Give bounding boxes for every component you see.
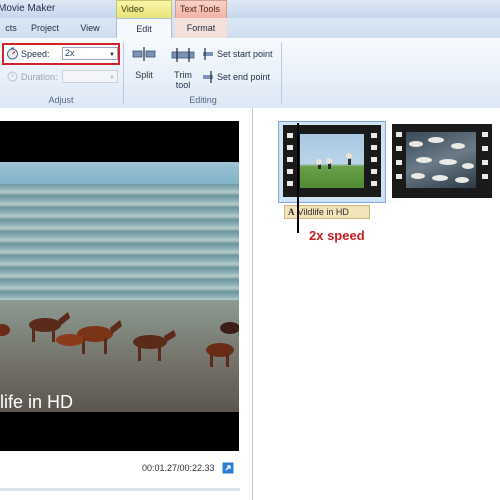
film-perforation	[482, 146, 488, 151]
tab-project[interactable]: Project	[26, 18, 64, 38]
film-perforation	[482, 174, 488, 179]
birds-image	[300, 134, 364, 188]
trim-tool-button-line2[interactable]: tool	[168, 80, 198, 90]
title-bar	[0, 0, 500, 18]
film-perforation	[287, 157, 293, 162]
film-perforation	[371, 181, 377, 186]
film-perforation	[396, 146, 402, 151]
speed-value: 2x	[65, 48, 75, 58]
context-tab-video-tools: Video Tools	[116, 0, 172, 30]
group-separator	[281, 42, 282, 104]
speed-icon	[6, 47, 19, 60]
film-perforation	[371, 157, 377, 162]
film-perforation	[482, 132, 488, 137]
horses-image	[0, 300, 240, 380]
film-perforation	[287, 181, 293, 186]
clip-2-thumbnail[interactable]	[392, 124, 492, 198]
group-label-editing: Editing	[189, 95, 217, 105]
chevron-down-icon: ▼	[109, 75, 115, 81]
text-caption-icon: A	[288, 207, 295, 217]
window-title: Movie Maker	[0, 3, 56, 14]
set-start-point-button[interactable]: Set start point	[217, 49, 273, 59]
speed-annotation: 2x speed	[309, 228, 365, 243]
film-perforation	[482, 160, 488, 165]
trim-tool-button-line1[interactable]: Trim	[168, 70, 198, 80]
set-start-point-icon	[202, 48, 214, 60]
chevron-down-icon: ▼	[109, 52, 115, 58]
video-overlay-caption: life in HD	[0, 392, 74, 412]
duration-icon	[7, 71, 18, 82]
film-perforation	[287, 145, 293, 150]
film-perforation	[396, 160, 402, 165]
seek-bar[interactable]	[0, 488, 240, 491]
film-perforation	[287, 169, 293, 174]
duration-select[interactable]: ▼	[62, 70, 118, 83]
film-perforation	[396, 174, 402, 179]
preview-sky	[0, 162, 239, 184]
speed-label: Speed:	[21, 49, 50, 59]
group-separator	[123, 42, 124, 104]
birds-flock-image	[406, 132, 476, 188]
playhead[interactable]	[297, 123, 299, 233]
film-perforation	[371, 133, 377, 138]
film-perforation	[287, 133, 293, 138]
speed-select[interactable]: 2x ▼	[62, 47, 118, 60]
split-icon[interactable]	[132, 47, 156, 61]
tab-format[interactable]: Format	[175, 18, 227, 38]
tab-view[interactable]: View	[72, 18, 108, 38]
group-label-adjust: Adjust	[48, 95, 74, 105]
tab-edit[interactable]: Edit	[116, 18, 172, 39]
film-perforation	[371, 169, 377, 174]
film-perforation	[396, 132, 402, 137]
trim-tool-icon[interactable]	[171, 48, 195, 62]
clip-caption-text: Vildlife in HD	[297, 207, 349, 217]
film-perforation	[371, 145, 377, 150]
context-tab-text-tools: Text Tools	[175, 0, 227, 18]
set-end-point-button[interactable]: Set end point	[217, 72, 270, 82]
set-end-point-icon	[202, 71, 214, 83]
duration-label: Duration:	[21, 72, 58, 82]
split-button[interactable]: Split	[130, 70, 158, 80]
tab-visual-effects[interactable]: cts	[0, 18, 22, 38]
fullscreen-icon[interactable]	[222, 462, 234, 474]
preview-letterbox-top	[0, 121, 239, 162]
preview-letterbox-bottom	[0, 412, 239, 451]
playback-time: 00:01.27/00:22.33	[142, 463, 215, 473]
